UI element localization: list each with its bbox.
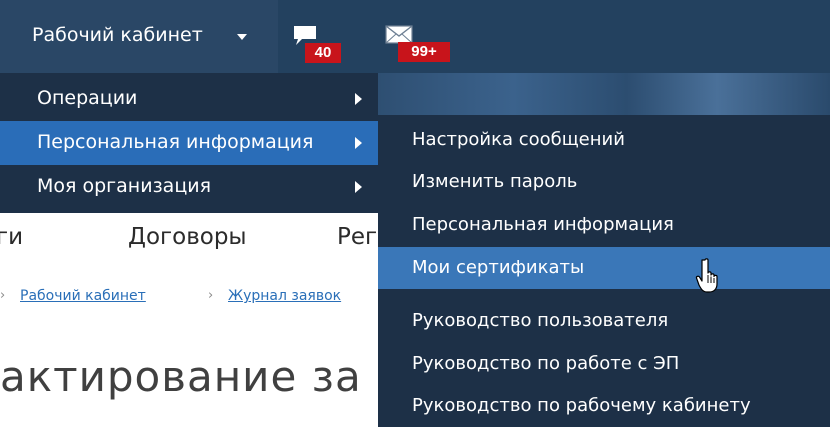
menu-item-label: Операции — [37, 87, 138, 109]
main-navigation: ги Договоры Рег — [0, 212, 380, 272]
submenu-item-label: Настройка сообщений — [412, 129, 625, 150]
submenu-item-change-password[interactable]: Изменить пароль — [378, 161, 830, 203]
submenu-item-es-guide[interactable]: Руководство по работе с ЭП — [378, 343, 830, 385]
submenu-item-label: Персональная информация — [412, 214, 674, 235]
submenu-item-label: Изменить пароль — [412, 171, 578, 192]
page-title: актирование за — [0, 352, 362, 401]
chevron-right-icon — [355, 181, 362, 193]
nav-item-partial[interactable]: ги — [0, 224, 23, 250]
nav-item-contracts[interactable]: Договоры — [128, 224, 247, 250]
submenu-item-label: Руководство по работе с ЭП — [412, 353, 680, 374]
submenu-item-user-guide[interactable]: Руководство пользователя — [378, 300, 830, 342]
chevron-right-icon — [355, 93, 362, 105]
submenu-item-label: Мои сертификаты — [412, 257, 585, 278]
workspace-dropdown-menu: Операции Персональная информация Моя орг… — [0, 73, 378, 213]
submenu-item-personal-info[interactable]: Персональная информация — [378, 204, 830, 246]
top-navigation-bar: Рабочий кабинет 40 99+ — [0, 0, 830, 73]
menu-item-my-organization[interactable]: Моя организация — [0, 165, 378, 209]
breadcrumb-link-workspace[interactable]: Рабочий кабинет — [20, 288, 146, 304]
menu-item-operations[interactable]: Операции — [0, 77, 378, 121]
workspace-menu-label: Рабочий кабинет — [32, 24, 203, 46]
chevron-right-icon — [355, 137, 362, 149]
submenu-item-label: Руководство пользователя — [412, 310, 669, 331]
menu-item-label: Персональная информация — [37, 131, 314, 153]
submenu-item-my-certificates[interactable]: Мои сертификаты — [378, 247, 830, 289]
submenu-item-message-settings[interactable]: Настройка сообщений — [378, 119, 830, 161]
decorative-banner — [378, 73, 830, 115]
breadcrumb: › Рабочий кабинет › Журнал заявок — [0, 288, 380, 308]
submenu-item-label: Руководство по рабочему кабинету — [412, 395, 751, 416]
breadcrumb-separator-icon: › — [208, 288, 214, 303]
mail-badge: 99+ — [398, 42, 450, 62]
menu-item-personal-info[interactable]: Персональная информация — [0, 121, 378, 165]
caret-down-icon — [237, 34, 247, 40]
submenu-item-workspace-guide[interactable]: Руководство по рабочему кабинету — [378, 385, 830, 427]
menu-item-label: Моя организация — [37, 175, 212, 197]
breadcrumb-separator-icon: › — [0, 288, 6, 303]
workspace-menu-button[interactable]: Рабочий кабинет — [0, 0, 278, 73]
personal-info-submenu: Настройка сообщений Изменить пароль Перс… — [378, 115, 830, 427]
breadcrumb-link-requests[interactable]: Журнал заявок — [228, 288, 341, 304]
nav-item-registry[interactable]: Рег — [337, 224, 377, 250]
hand-pointer-cursor-icon — [695, 258, 718, 293]
messages-badge: 40 — [305, 43, 341, 63]
